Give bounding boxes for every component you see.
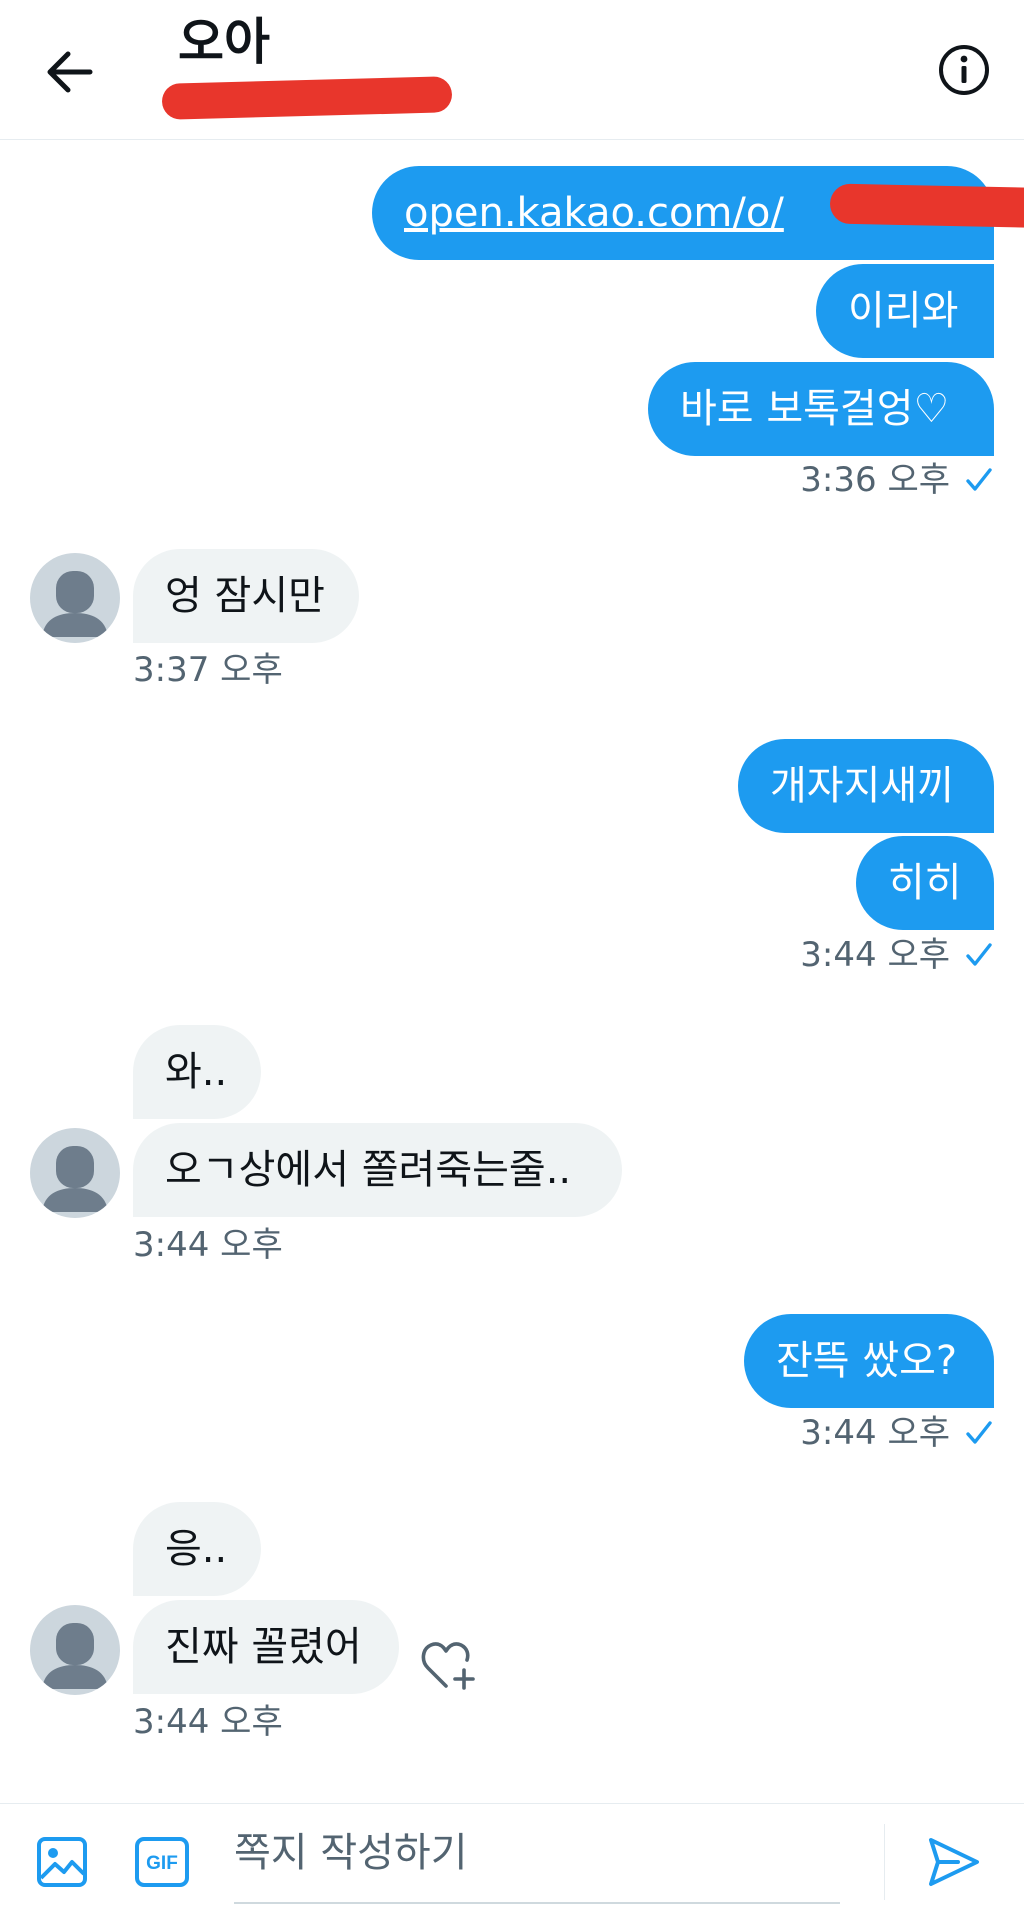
add-reaction-button[interactable] <box>420 1636 480 1692</box>
outgoing-message-link[interactable]: open.kakao.com/o/ <box>372 166 1024 260</box>
avatar[interactable] <box>30 1605 120 1695</box>
incoming-message[interactable]: 와.. <box>133 1025 261 1119</box>
timestamp-text: 3:36 오후 <box>800 460 950 500</box>
message-text: 바로 보톡걸엉♡ <box>680 386 950 432</box>
back-arrow-icon <box>47 51 93 93</box>
message-timestamp: 3:37 오후 <box>133 650 283 690</box>
avatar[interactable] <box>30 553 120 643</box>
check-icon <box>966 943 992 966</box>
timestamp-text: 3:44 오후 <box>800 935 950 975</box>
outgoing-message[interactable]: 히히 <box>856 836 994 930</box>
image-icon <box>37 1837 87 1887</box>
timestamp-text: 3:44 오후 <box>800 1413 950 1453</box>
conversation-header: 오아 <box>0 0 1024 140</box>
incoming-message[interactable]: 오ㄱ상에서 쫄려죽는줄.. <box>133 1123 622 1217</box>
info-button[interactable] <box>936 42 992 98</box>
message-timestamp: 3:44 오후 <box>133 1225 283 1265</box>
send-icon <box>929 1838 979 1886</box>
add-media-button[interactable] <box>36 1836 88 1888</box>
outgoing-message[interactable]: 개자지새끼 <box>738 739 994 833</box>
message-timestamp: 3:36 오후 <box>800 460 994 500</box>
incoming-message[interactable]: 엉 잠시만 <box>133 549 359 643</box>
message-timestamp: 3:44 오후 <box>800 1413 994 1453</box>
message-text: 이리와 <box>848 288 959 334</box>
message-text: 엉 잠시만 <box>165 573 325 619</box>
send-button[interactable] <box>926 1834 982 1890</box>
message-input[interactable] <box>234 1818 840 1904</box>
message-text: 진짜 꼴렸어 <box>165 1624 362 1670</box>
dm-conversation: 오아 open.kakao.com/o/ 이리와 바로 보톡걸엉♡ 3:36 오… <box>0 0 1024 1927</box>
incoming-message[interactable]: 응.. <box>133 1502 261 1596</box>
message-text: 응.. <box>165 1526 228 1572</box>
check-icon <box>966 468 992 491</box>
gif-label: GIF <box>146 1853 178 1874</box>
handle-redaction <box>161 76 453 120</box>
conversation-handle <box>161 76 453 120</box>
incoming-message[interactable]: 진짜 꼴렸어 <box>133 1600 399 1694</box>
back-button[interactable] <box>40 44 100 100</box>
message-link[interactable]: open.kakao.com/o/ <box>404 189 784 237</box>
check-icon <box>966 1421 992 1444</box>
default-avatar-icon <box>42 1146 108 1212</box>
conversation-title[interactable]: 오아 <box>178 10 270 74</box>
heart-plus-icon <box>421 1642 475 1690</box>
info-icon <box>939 45 989 95</box>
message-text: 잔뜩 쌌오? <box>776 1338 958 1384</box>
outgoing-message[interactable]: 바로 보톡걸엉♡ <box>648 362 994 456</box>
outgoing-message[interactable]: 이리와 <box>816 264 994 358</box>
default-avatar-icon <box>42 1623 108 1689</box>
add-gif-button[interactable]: GIF <box>134 1836 190 1888</box>
avatar[interactable] <box>30 1128 120 1218</box>
gif-icon: GIF <box>135 1837 189 1887</box>
message-timestamp: 3:44 오후 <box>800 935 994 975</box>
message-timestamp: 3:44 오후 <box>133 1702 283 1742</box>
message-text: 히히 <box>888 860 962 906</box>
outgoing-message[interactable]: 잔뜩 쌌오? <box>744 1314 994 1408</box>
composer-divider <box>884 1824 885 1900</box>
default-avatar-icon <box>42 571 108 637</box>
link-redaction <box>829 183 1024 229</box>
message-composer: GIF <box>0 1803 1024 1927</box>
message-text: 개자지새끼 <box>770 763 954 809</box>
message-text: 와.. <box>165 1049 228 1095</box>
message-text: 오ㄱ상에서 쫄려죽는줄.. <box>165 1147 572 1193</box>
